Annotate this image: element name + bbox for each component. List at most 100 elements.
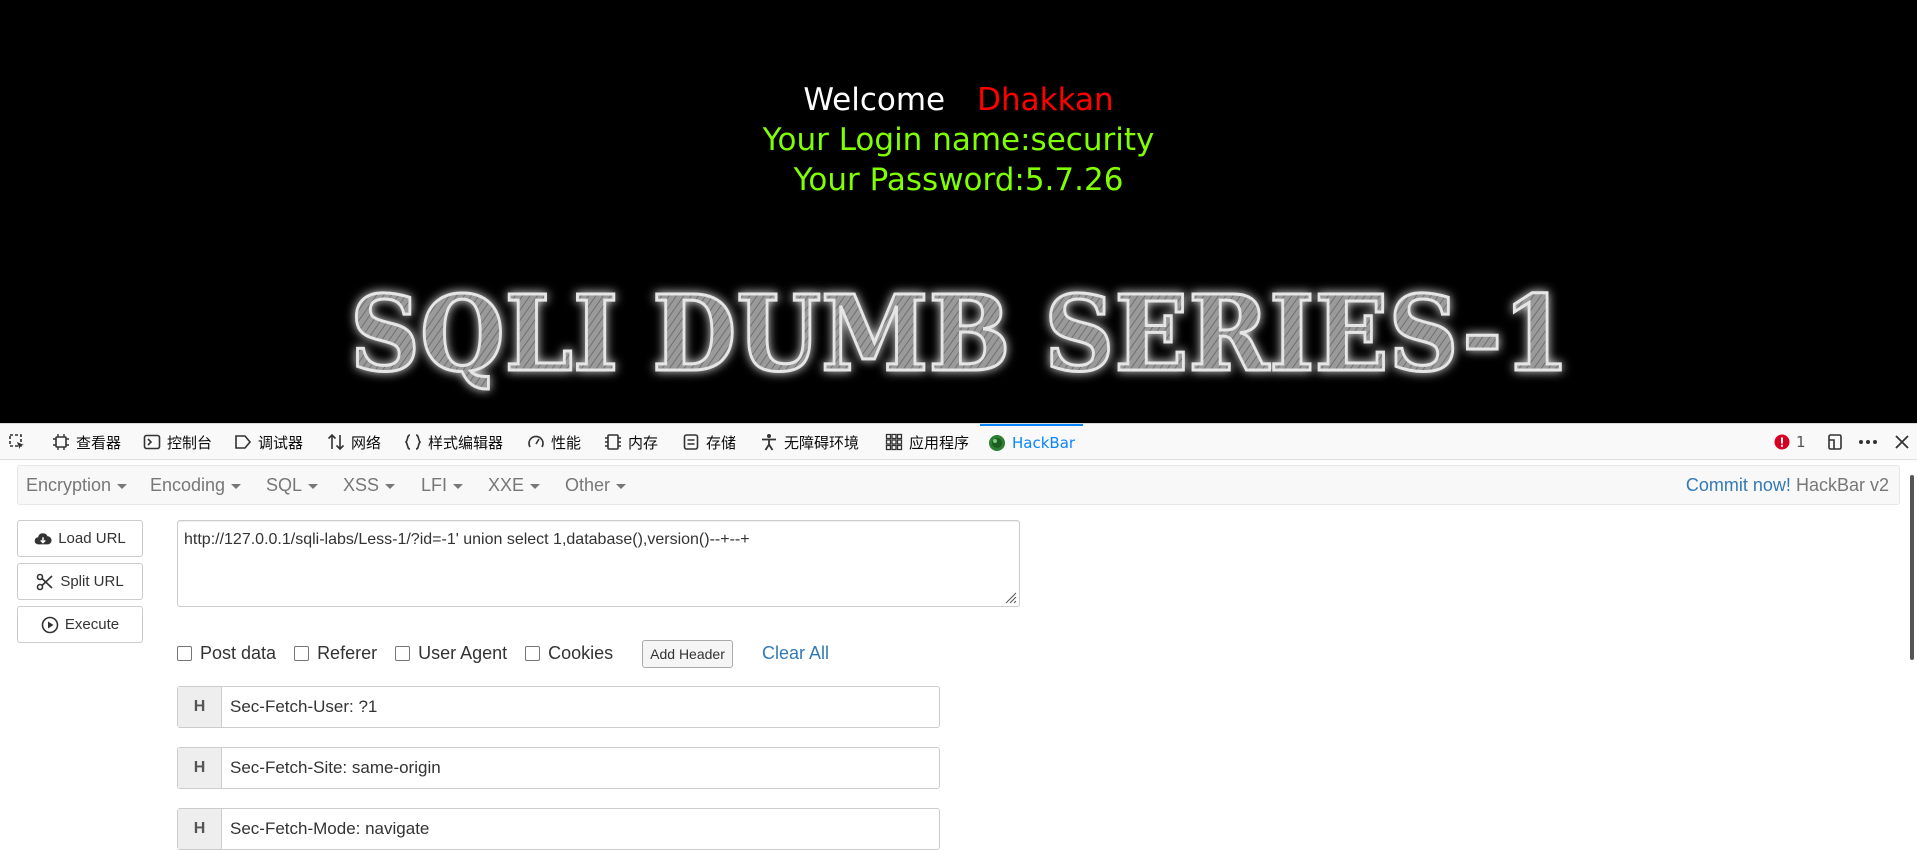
- welcome-line: Welcome Dhakkan: [0, 80, 1917, 120]
- menu-other[interactable]: Other: [565, 466, 627, 504]
- memory-icon: [605, 434, 621, 450]
- menu-encoding-label: Encoding: [150, 475, 226, 495]
- menu-encryption-label: Encryption: [26, 475, 112, 495]
- caret-down-icon: [530, 483, 541, 489]
- split-url-label: Split URL: [60, 573, 124, 590]
- header-input[interactable]: Sec-Fetch-Mode: navigate: [222, 809, 939, 849]
- hackbar-icon: [989, 435, 1005, 451]
- tab-memory-label: 内存: [628, 433, 659, 452]
- load-url-button[interactable]: Load URL: [17, 520, 143, 557]
- error-icon: [1774, 434, 1790, 450]
- menu-sql-label: SQL: [266, 475, 303, 495]
- tab-inspector[interactable]: 查看器: [52, 424, 121, 460]
- error-count: 1: [1796, 433, 1806, 451]
- hackbar-menubar: Encryption Encoding SQL XSS LFI XXE Othe…: [17, 465, 1900, 505]
- cookies-checkbox[interactable]: Cookies: [525, 643, 613, 664]
- tab-application[interactable]: 应用程序: [885, 424, 969, 460]
- tab-application-label: 应用程序: [909, 433, 970, 452]
- tab-storage-label: 存储: [706, 433, 737, 452]
- menu-lfi-label: LFI: [421, 475, 448, 495]
- tab-hackbar-label: HackBar: [1012, 434, 1076, 452]
- tab-network-label: 网络: [351, 433, 382, 452]
- split-url-button[interactable]: Split URL: [17, 563, 143, 600]
- welcome-name: Dhakkan: [977, 82, 1114, 118]
- menu-xss-label: XSS: [343, 475, 380, 495]
- caret-down-icon: [231, 483, 242, 489]
- menu-encoding[interactable]: Encoding: [150, 466, 242, 504]
- debugger-icon: [235, 435, 252, 449]
- storage-icon: [683, 434, 699, 450]
- caret-down-icon: [308, 483, 319, 489]
- url-textarea[interactable]: http://127.0.0.1/sqli-labs/Less-1/?id=-1…: [177, 520, 1020, 607]
- tab-console-label: 控制台: [167, 433, 213, 452]
- checkbox-box[interactable]: [177, 645, 192, 661]
- user-agent-label: User Agent: [418, 642, 508, 663]
- checkbox-box[interactable]: [525, 645, 541, 661]
- commit-now-link[interactable]: Commit now!: [1686, 475, 1791, 495]
- menu-xss[interactable]: XSS: [343, 466, 396, 504]
- menu-encryption[interactable]: Encryption: [26, 466, 128, 504]
- application-icon: [885, 433, 903, 451]
- element-picker-icon: [9, 434, 24, 449]
- commit-now: Commit now! HackBar v2: [1686, 466, 1889, 504]
- welcome-label: Welcome: [803, 82, 946, 118]
- sqli-dumb-series-banner: SQLI DUMB SERIES-1: [349, 271, 1572, 397]
- post-data-label: Post data: [200, 642, 277, 663]
- referer-checkbox[interactable]: Referer: [294, 643, 377, 664]
- menu-xxe[interactable]: XXE: [488, 466, 541, 504]
- user-agent-checkbox[interactable]: User Agent: [395, 643, 507, 664]
- header-input[interactable]: Sec-Fetch-User: ?1: [222, 687, 939, 727]
- scrollbar-thumb[interactable]: [1910, 475, 1914, 660]
- devtools-toolbar: 查看器 控制台 调试器 网络 样式编辑器 性能 内存 存储 无障碍环境 应用程序…: [0, 423, 1917, 460]
- options-row: Post data Referer User Agent Cookies: [177, 638, 631, 668]
- menu-xxe-label: XXE: [488, 475, 525, 495]
- error-count-badge[interactable]: 1: [1774, 424, 1806, 460]
- scissors-icon: [37, 573, 53, 590]
- close-icon: [1895, 435, 1909, 449]
- tab-performance[interactable]: 性能: [527, 424, 581, 460]
- header-badge: H: [178, 809, 222, 849]
- checkbox-box[interactable]: [395, 645, 411, 661]
- password-line: Your Password:5.7.26: [793, 162, 1124, 198]
- tab-accessibility[interactable]: 无障碍环境: [760, 424, 859, 460]
- ellipsis-icon: [1859, 440, 1877, 444]
- post-data-checkbox[interactable]: Post data: [177, 643, 276, 664]
- console-icon: [143, 434, 161, 450]
- tab-debugger[interactable]: 调试器: [234, 424, 303, 460]
- element-picker-button[interactable]: [8, 424, 26, 460]
- style-editor-icon: [404, 434, 422, 450]
- play-circle-icon: [41, 616, 59, 633]
- tab-storage[interactable]: 存储: [682, 424, 736, 460]
- close-devtools-button[interactable]: [1894, 424, 1910, 460]
- menu-lfi[interactable]: LFI: [421, 466, 464, 504]
- toggle-layout-button[interactable]: [1826, 424, 1844, 460]
- checkbox-box[interactable]: [294, 645, 310, 661]
- panel-scrollbar[interactable]: [1905, 460, 1917, 847]
- cloud-download-icon: [34, 532, 52, 544]
- dock-layout-icon: [1828, 434, 1842, 450]
- clear-all-link[interactable]: Clear All: [762, 638, 829, 668]
- header-input[interactable]: Sec-Fetch-Site: same-origin: [222, 748, 939, 788]
- login-name-line: Your Login name:security: [762, 122, 1155, 158]
- tab-accessibility-label: 无障碍环境: [784, 433, 860, 452]
- tab-network[interactable]: 网络: [327, 424, 381, 460]
- caret-down-icon: [453, 483, 464, 489]
- header-row: H Sec-Fetch-Mode: navigate: [177, 808, 940, 850]
- performance-icon: [528, 435, 544, 448]
- banner-text: SQLI DUMB SERIES-1: [350, 272, 1570, 395]
- tab-performance-label: 性能: [551, 433, 582, 452]
- tab-console[interactable]: 控制台: [143, 424, 212, 460]
- tab-style-editor[interactable]: 样式编辑器: [404, 424, 503, 460]
- menu-sql[interactable]: SQL: [266, 466, 319, 504]
- caret-down-icon: [385, 483, 396, 489]
- menu-other-label: Other: [565, 475, 611, 495]
- header-row: H Sec-Fetch-Site: same-origin: [177, 747, 940, 789]
- tab-hackbar[interactable]: HackBar: [980, 424, 1084, 460]
- execute-button[interactable]: Execute: [17, 606, 143, 643]
- more-options-button[interactable]: [1858, 424, 1878, 460]
- add-header-button[interactable]: Add Header: [642, 640, 733, 668]
- tab-memory[interactable]: 内存: [604, 424, 658, 460]
- url-text: http://127.0.0.1/sqli-labs/Less-1/?id=-1…: [184, 531, 750, 548]
- resize-grip-icon[interactable]: [1003, 590, 1017, 604]
- tab-inspector-label: 查看器: [76, 433, 122, 452]
